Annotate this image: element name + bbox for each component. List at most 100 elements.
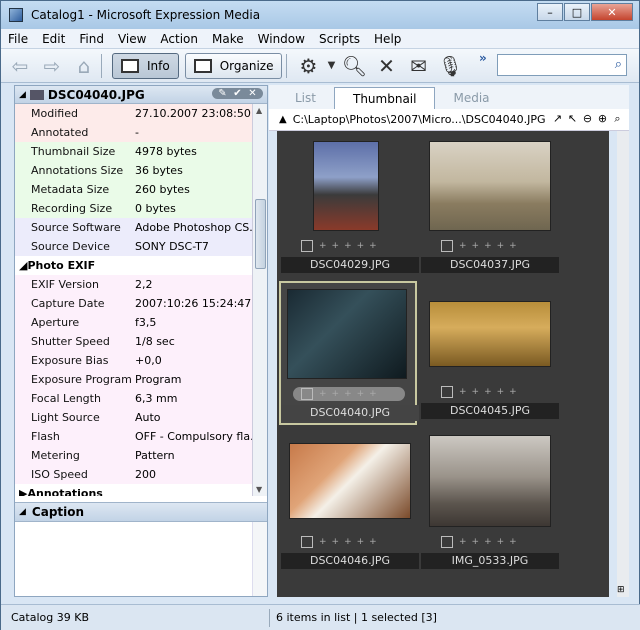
select-checkbox[interactable]	[441, 386, 453, 398]
collapse-triangle-icon[interactable]: ▶	[19, 487, 27, 496]
rating-bar[interactable]: +++++	[421, 239, 559, 253]
caption-header[interactable]: ◢ Caption	[15, 502, 267, 522]
minimize-button[interactable]: –	[537, 3, 563, 21]
select-checkbox[interactable]	[301, 240, 313, 252]
info-value[interactable]: +0,0	[133, 354, 253, 367]
select-checkbox[interactable]	[441, 240, 453, 252]
info-value[interactable]: 27.10.2007 23:08:50	[133, 107, 253, 120]
grid-scrollbar[interactable]: ⊞	[617, 131, 629, 597]
cancel-x-icon[interactable]: ✕	[245, 88, 260, 99]
thumbnail-cell[interactable]: +++++ DSC04045.JPG	[421, 281, 559, 425]
resize-grip-icon[interactable]: ⊞	[617, 585, 629, 597]
rating-bar[interactable]: +++++	[281, 239, 419, 253]
menu-action[interactable]: Action	[153, 32, 205, 46]
caption-textarea[interactable]	[15, 522, 267, 596]
menu-find[interactable]: Find	[72, 32, 111, 46]
rating-bar[interactable]: +++++	[421, 535, 559, 549]
info-value[interactable]: 0 bytes	[133, 202, 253, 215]
info-scrollbar[interactable]: ▲ ▼	[252, 104, 267, 496]
gear-icon[interactable]: ⚙	[293, 52, 323, 80]
select-checkbox[interactable]	[441, 536, 453, 548]
tab-thumbnail[interactable]: Thumbnail	[333, 87, 436, 109]
info-value[interactable]: 200	[133, 468, 253, 481]
close-button[interactable]: ✕	[591, 3, 633, 21]
photo-image	[289, 443, 411, 519]
forward-arrow-icon[interactable]: ⇨	[39, 53, 65, 79]
thumbnail-cell-selected[interactable]: +++++ DSC04040.JPG	[279, 281, 419, 425]
rating-stars[interactable]: +++++	[459, 241, 522, 251]
info-value[interactable]: 1/8 sec	[133, 335, 253, 348]
info-value[interactable]: Adobe Photoshop CS...	[133, 221, 253, 234]
info-value[interactable]: 4978 bytes	[133, 145, 253, 158]
zoom-in-icon[interactable]: ⊕	[595, 112, 610, 126]
select-checkbox[interactable]	[301, 536, 313, 548]
rating-stars[interactable]: +++++	[459, 537, 522, 547]
thumbnail-filename: DSC04029.JPG	[281, 257, 419, 273]
maximize-button[interactable]: □	[564, 3, 590, 21]
info-value[interactable]: 36 bytes	[133, 164, 253, 177]
zoom-out-icon[interactable]: ⊖	[580, 112, 595, 126]
thumbnail-cell[interactable]: +++++ IMG_0533.JPG	[421, 431, 559, 575]
section-annotations[interactable]: ▶ Annotations	[15, 484, 253, 496]
rating-bar[interactable]: +++++	[421, 385, 559, 399]
magnifier-icon[interactable]: 🔍︎	[339, 52, 369, 80]
rating-stars[interactable]: +++++	[319, 389, 382, 399]
info-value[interactable]: Auto	[133, 411, 253, 424]
rating-stars[interactable]: +++++	[459, 387, 522, 397]
zoom-magnifier-icon[interactable]: ⌕	[610, 112, 625, 126]
search-input[interactable]: ⌕	[497, 54, 627, 76]
search-icon[interactable]: ⌕	[615, 57, 622, 72]
checkmark-icon[interactable]: ✔	[230, 88, 245, 99]
edit-pencil-icon[interactable]: ✎	[215, 88, 230, 99]
back-arrow-icon[interactable]: ⇦	[7, 53, 33, 79]
overflow-chevron-icon[interactable]: »	[479, 51, 487, 65]
scroll-up-icon[interactable]: ▲	[256, 106, 262, 115]
info-key: Recording Size	[31, 202, 113, 215]
home-icon[interactable]: ⌂	[71, 53, 97, 79]
info-value[interactable]: -	[133, 126, 253, 139]
tab-media[interactable]: Media	[435, 87, 507, 109]
mail-icon[interactable]: ✉	[403, 52, 433, 80]
arrow-up-left-icon[interactable]: ↖	[565, 112, 580, 126]
caption-scrollbar[interactable]	[252, 522, 267, 596]
menu-scripts[interactable]: Scripts	[312, 32, 367, 46]
rating-bar[interactable]: +++++	[281, 535, 419, 549]
microphone-icon[interactable]: 🎙︎	[435, 52, 465, 80]
info-value[interactable]: OFF - Compulsory fla...	[133, 430, 253, 443]
menu-make[interactable]: Make	[205, 32, 251, 46]
menu-window[interactable]: Window	[251, 32, 312, 46]
info-value[interactable]: SONY DSC-T7	[133, 240, 253, 253]
delete-x-icon[interactable]: ✕	[371, 52, 401, 80]
thumbnail-cell[interactable]: +++++ DSC04029.JPG	[281, 137, 419, 281]
up-triangle-icon[interactable]: ▲	[279, 114, 287, 125]
info-value[interactable]: f3,5	[133, 316, 253, 329]
rating-stars[interactable]: +++++	[319, 537, 382, 547]
section-photo-exif[interactable]: ◢ Photo EXIF	[15, 256, 253, 275]
rating-stars[interactable]: +++++	[319, 241, 382, 251]
select-checkbox[interactable]	[301, 388, 313, 400]
rating-bar[interactable]: +++++	[293, 387, 405, 401]
arrow-up-right-icon[interactable]: ↗	[550, 112, 565, 126]
info-value[interactable]: Pattern	[133, 449, 253, 462]
collapse-triangle-icon[interactable]: ◢	[19, 90, 26, 100]
info-value[interactable]: 2007:10:26 15:24:47	[133, 297, 253, 310]
thumbnail-cell[interactable]: +++++ DSC04037.JPG	[421, 137, 559, 281]
collapse-triangle-icon[interactable]: ◢	[19, 507, 26, 517]
info-value[interactable]: 6,3 mm	[133, 392, 253, 405]
tab-list[interactable]: List	[277, 87, 334, 109]
menu-edit[interactable]: Edit	[35, 32, 72, 46]
info-key: Source Device	[31, 240, 110, 253]
info-button[interactable]: Info	[112, 52, 179, 79]
organize-button[interactable]: Organize	[184, 52, 283, 79]
info-value[interactable]: 2,2	[133, 278, 253, 291]
menu-file[interactable]: File	[1, 32, 35, 46]
dropdown-arrow-icon[interactable]: ▼	[325, 52, 337, 80]
thumbnail-cell[interactable]: +++++ DSC04046.JPG	[281, 431, 419, 575]
info-value[interactable]: 260 bytes	[133, 183, 253, 196]
scroll-thumb[interactable]	[255, 199, 266, 269]
menu-view[interactable]: View	[111, 32, 153, 46]
menu-help[interactable]: Help	[367, 32, 408, 46]
scroll-down-icon[interactable]: ▼	[256, 485, 262, 494]
collapse-triangle-icon[interactable]: ◢	[19, 259, 27, 272]
info-value[interactable]: Program	[133, 373, 253, 386]
